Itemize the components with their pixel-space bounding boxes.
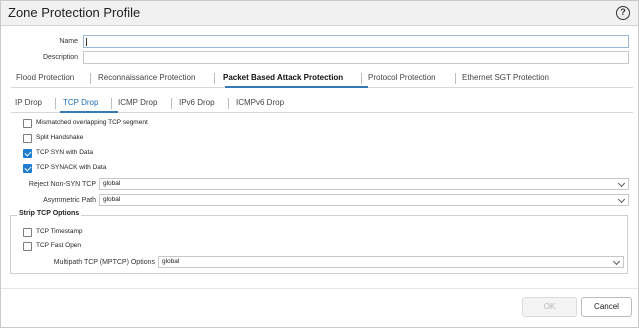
main-tabs: Flood Protection Reconnaissance Protecti… [11, 70, 633, 88]
footer-divider [1, 288, 638, 289]
active-subtab-indicator [60, 111, 118, 113]
checkbox-label: TCP Timestamp [36, 228, 83, 235]
cancel-button[interactable]: Cancel [581, 297, 632, 317]
tab-separator [171, 98, 172, 109]
tab-separator [214, 73, 215, 84]
checkbox-label: TCP SYN with Data [36, 149, 93, 156]
tab-ipv6-drop[interactable]: IPv6 Drop [179, 98, 215, 107]
split-handshake-checkbox[interactable] [23, 134, 32, 143]
tab-separator [228, 98, 229, 109]
tab-icmpv6-drop[interactable]: ICMPv6 Drop [236, 98, 284, 107]
help-icon[interactable]: ? [616, 6, 630, 20]
dialog-title: Zone Protection Profile [8, 5, 141, 20]
tcp-timestamp-checkbox[interactable] [23, 228, 32, 237]
description-label: Description [42, 54, 78, 61]
ok-button[interactable]: OK [522, 297, 577, 317]
tcp-syn-with-data-checkbox[interactable] [23, 149, 32, 158]
chevron-down-icon [617, 195, 626, 204]
checkbox-label: TCP Fast Open [36, 242, 82, 249]
mptcp-options-select[interactable]: global [158, 256, 624, 268]
tab-flood-protection[interactable]: Flood Protection [16, 73, 74, 82]
tab-ethernet-sgt-protection[interactable]: Ethernet SGT Protection [462, 73, 549, 82]
select-value: global [103, 180, 121, 187]
strip-tcp-options-legend: Strip TCP Options [17, 210, 82, 217]
chevron-down-icon [617, 179, 626, 188]
tab-ip-drop[interactable]: IP Drop [15, 98, 42, 107]
tab-packet-based-attack-protection[interactable]: Packet Based Attack Protection [223, 73, 343, 82]
tab-separator [361, 73, 362, 84]
reject-non-syn-tcp-label: Reject Non-SYN TCP [28, 181, 96, 188]
tab-separator [111, 98, 112, 109]
tab-separator [55, 98, 56, 109]
select-value: global [162, 258, 180, 265]
tab-separator [90, 73, 91, 84]
tab-icmp-drop[interactable]: ICMP Drop [118, 98, 157, 107]
name-label: Name [59, 38, 78, 45]
tcp-fast-open-checkbox[interactable] [23, 242, 32, 251]
chevron-down-icon [612, 257, 621, 266]
active-tab-indicator [225, 86, 368, 88]
zone-protection-profile-dialog: Zone Protection Profile ? Name Descripti… [0, 0, 639, 328]
mptcp-options-label: Multipath TCP (MPTCP) Options [53, 259, 155, 266]
select-value: global [103, 196, 121, 203]
tab-tcp-drop[interactable]: TCP Drop [63, 98, 98, 107]
tab-separator [455, 73, 456, 84]
checkbox-label: Split Handshake [36, 134, 84, 141]
tab-reconnaissance-protection[interactable]: Reconnaissance Protection [98, 73, 195, 82]
asymmetric-path-select[interactable]: global [99, 194, 629, 206]
tcp-synack-with-data-checkbox[interactable] [23, 164, 32, 173]
description-input[interactable] [83, 51, 629, 64]
text-caret [86, 38, 87, 46]
mismatched-overlapping-tcp-segment-checkbox[interactable] [23, 119, 32, 128]
reject-non-syn-tcp-select[interactable]: global [99, 178, 629, 190]
asymmetric-path-label: Asymmetric Path [43, 197, 96, 204]
tab-protocol-protection[interactable]: Protocol Protection [368, 73, 436, 82]
dialog-titlebar: Zone Protection Profile ? [1, 1, 638, 26]
checkbox-label: TCP SYNACK with Data [36, 164, 107, 171]
checkbox-label: Mismatched overlapping TCP segment [36, 119, 148, 126]
sub-tabs: IP Drop TCP Drop ICMP Drop IPv6 Drop ICM… [11, 95, 633, 113]
name-input[interactable] [83, 35, 629, 48]
